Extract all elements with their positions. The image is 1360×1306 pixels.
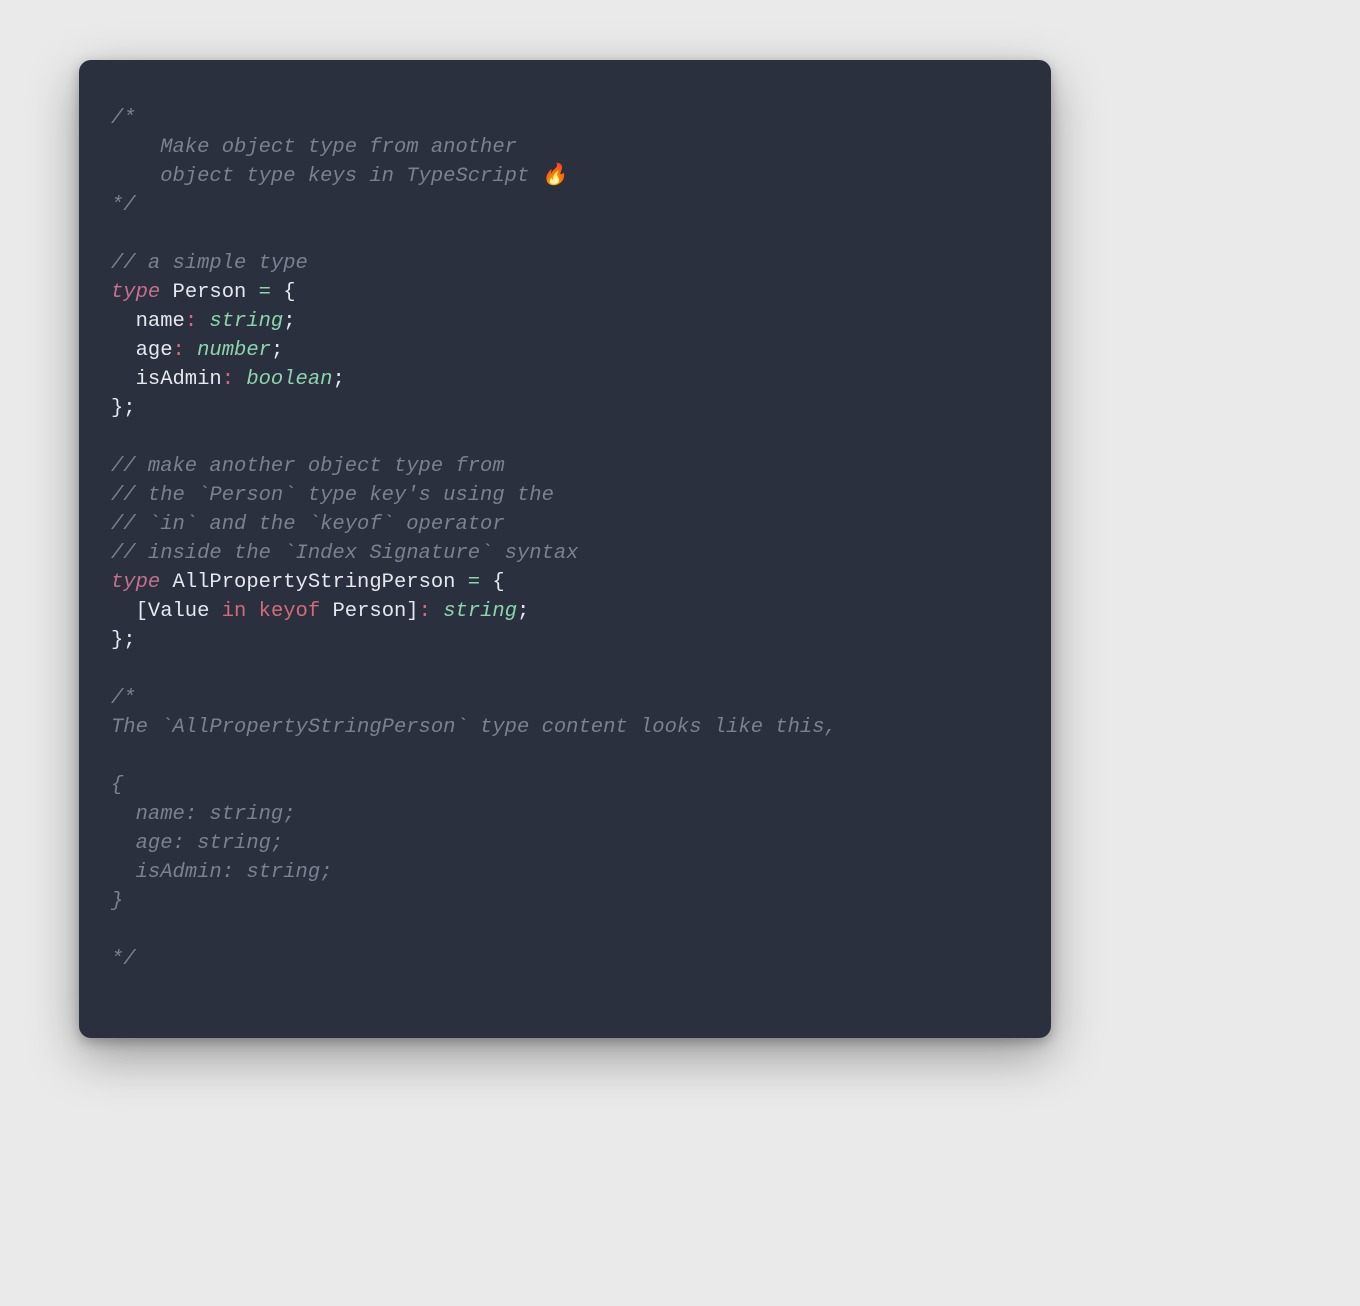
type-string-1: string bbox=[209, 310, 283, 333]
colon-3: : bbox=[222, 368, 247, 391]
comment-block-1-l4: */ bbox=[111, 194, 136, 217]
comment-block-3-l1: /* bbox=[111, 687, 136, 710]
comment-block-3-l7: isAdmin: string; bbox=[111, 861, 332, 884]
kw-type-1: type bbox=[111, 281, 160, 304]
type-name-person: Person bbox=[173, 281, 247, 304]
code-block: /* Make object type from another object … bbox=[111, 104, 1019, 974]
semi-1: ; bbox=[283, 310, 295, 333]
index-value: Value bbox=[148, 600, 210, 623]
comment-block-3-l6: age: string; bbox=[111, 832, 283, 855]
equals-2: = bbox=[468, 571, 480, 594]
type-name-aps: AllPropertyStringPerson bbox=[173, 571, 456, 594]
comment-block-2-l4: // inside the `Index Signature` syntax bbox=[111, 542, 578, 565]
semi-3: ; bbox=[332, 368, 344, 391]
brace-close-1: }; bbox=[111, 397, 136, 420]
comment-simple-type: // a simple type bbox=[111, 252, 308, 275]
colon-1: : bbox=[185, 310, 210, 333]
kw-type-2: type bbox=[111, 571, 160, 594]
brace-open-2: { bbox=[480, 571, 505, 594]
comment-block-2-l2: // the `Person` type key's using the bbox=[111, 484, 554, 507]
colon-4: : bbox=[419, 600, 444, 623]
prop-age: age bbox=[111, 339, 173, 362]
comment-block-1-l3: object type keys in TypeScript 🔥 bbox=[111, 165, 567, 188]
bracket-open: [ bbox=[111, 600, 148, 623]
kw-in: in bbox=[222, 600, 247, 623]
comment-block-1-l1: /* bbox=[111, 107, 136, 130]
comment-block-1-l2: Make object type from another bbox=[111, 136, 517, 159]
prop-isadmin: isAdmin bbox=[111, 368, 222, 391]
person-ref: Person bbox=[332, 600, 406, 623]
comment-block-3-l8: } bbox=[111, 890, 123, 913]
colon-2: : bbox=[173, 339, 198, 362]
bracket-close: ] bbox=[406, 600, 418, 623]
type-number: number bbox=[197, 339, 271, 362]
brace-close-2: }; bbox=[111, 629, 136, 652]
comment-block-3-l4: { bbox=[111, 774, 123, 797]
brace-open-1: { bbox=[271, 281, 296, 304]
comment-block-3-l5: name: string; bbox=[111, 803, 296, 826]
type-boolean: boolean bbox=[246, 368, 332, 391]
code-card: /* Make object type from another object … bbox=[79, 60, 1051, 1038]
type-string-2: string bbox=[443, 600, 517, 623]
comment-block-3-l10: */ bbox=[111, 948, 136, 971]
semi-2: ; bbox=[271, 339, 283, 362]
equals-1: = bbox=[259, 281, 271, 304]
prop-name: name bbox=[111, 310, 185, 333]
comment-block-2-l1: // make another object type from bbox=[111, 455, 505, 478]
comment-block-2-l3: // `in` and the `keyof` operator bbox=[111, 513, 505, 536]
kw-keyof: keyof bbox=[259, 600, 321, 623]
comment-block-3-l2: The `AllPropertyStringPerson` type conte… bbox=[111, 716, 837, 739]
semi-4: ; bbox=[517, 600, 529, 623]
